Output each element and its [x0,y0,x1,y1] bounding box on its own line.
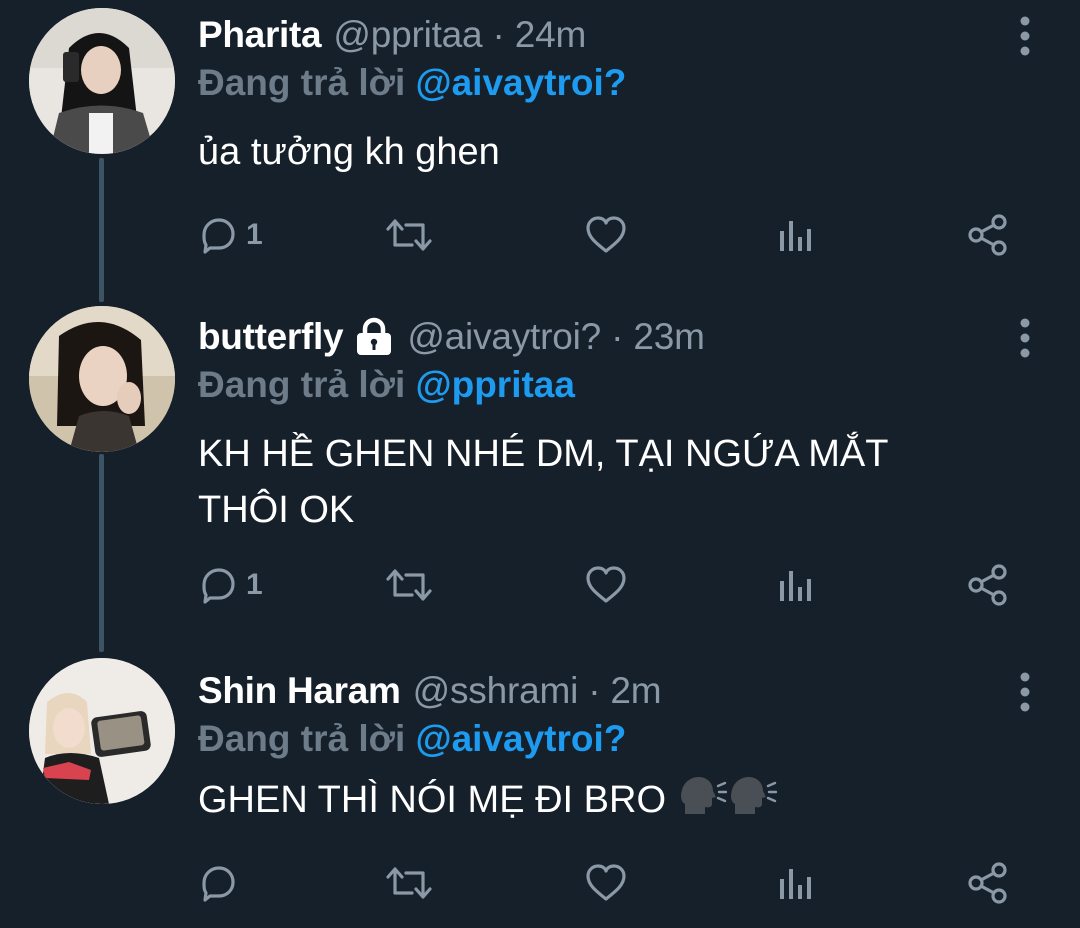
replying-to: Đang trả lời @ppritaa [198,364,575,406]
replying-to: Đang trả lời @aivaytroi? [198,718,626,760]
retweet-icon [386,867,432,899]
user-handle[interactable]: @ppritaa [333,14,482,55]
like-button[interactable] [584,210,628,260]
user-handle[interactable]: @sshrami [413,670,579,711]
like-icon [586,216,626,253]
tweet[interactable]: Pharita @ppritaa · 24m Đang trả lời @aiv… [0,0,1080,290]
share-button[interactable] [966,560,1010,610]
more-icon[interactable] [1018,672,1032,712]
views-button[interactable] [776,858,816,908]
like-icon [586,566,626,603]
display-name[interactable]: Shin Haram [198,670,401,712]
replying-to-label: Đang trả lời [198,364,406,405]
views-icon [780,869,811,899]
reply-button[interactable] [198,858,246,908]
avatar[interactable] [29,658,175,804]
share-icon [968,564,1007,606]
more-icon[interactable] [1018,16,1032,56]
user-handle[interactable]: @aivaytroi? [407,316,601,357]
views-button[interactable] [776,560,816,610]
action-bar [198,858,1028,908]
action-bar: 1 [198,560,1028,610]
replying-to: Đang trả lời @aivaytroi? [198,62,626,104]
like-button[interactable] [584,858,628,908]
share-button[interactable] [966,210,1010,260]
more-icon[interactable] [1018,318,1032,358]
share-icon [968,214,1007,256]
retweet-button[interactable] [384,858,434,908]
share-icon [968,862,1007,904]
tweet-header: butterfly @aivaytroi? · 23m [198,312,705,362]
handle-meta: @ppritaa · 24m [333,14,586,56]
timestamp[interactable]: 24m [515,14,587,55]
display-name[interactable]: butterfly [198,316,344,358]
timestamp[interactable]: 2m [610,670,661,711]
tweet-header: Shin Haram @sshrami · 2m [198,666,662,716]
replying-to-handle[interactable]: @ppritaa [416,364,575,405]
speaking-head-icon [730,777,777,814]
replying-to-label: Đang trả lời [198,62,406,103]
retweet-button[interactable] [384,560,434,610]
tweet[interactable]: butterfly @aivaytroi? · 23m Đang trả lời… [0,302,1080,642]
retweet-icon [386,219,432,251]
share-button[interactable] [966,858,1010,908]
retweet-button[interactable] [384,210,434,260]
avatar[interactable] [29,306,175,452]
dot-separator: · [492,14,515,55]
tweet-text-row: GHEN THÌ NÓI MẸ ĐI BRO [198,772,1018,828]
reply-icon [202,866,235,902]
reply-icon [202,568,235,604]
tweet-header: Pharita @ppritaa · 24m [198,10,586,60]
reply-count: 1 [246,568,263,601]
views-button[interactable] [776,210,816,260]
speaking-head-icon [680,777,727,814]
reply-button[interactable]: 1 [198,560,263,610]
like-button[interactable] [584,560,628,610]
reply-icon [202,218,235,254]
display-name[interactable]: Pharita [198,14,322,56]
views-icon [780,221,811,251]
views-icon [780,571,811,601]
replying-to-handle[interactable]: @aivaytroi? [416,62,627,103]
tweet-text: KH HỀ GHEN NHÉ DM, TẠI NGỨA MẮT THÔI OK [198,433,888,531]
tweet-text: GHEN THÌ NÓI MẸ ĐI BRO [198,779,667,821]
dot-separator: · [611,316,634,357]
tweet-text: ủa tưởng kh ghen [198,131,500,173]
handle-meta: @aivaytroi? · 23m [407,316,705,358]
like-icon [586,864,626,901]
timestamp[interactable]: 23m [633,316,705,357]
reply-button[interactable]: 1 [198,210,263,260]
lock-icon [357,317,392,355]
action-bar: 1 [198,210,1028,260]
handle-meta: @sshrami · 2m [413,670,662,712]
tweet[interactable]: Shin Haram @sshrami · 2m Đang trả lời @a… [0,656,1080,928]
reply-count: 1 [246,218,263,251]
replying-to-label: Đang trả lời [198,718,406,759]
retweet-icon [386,569,432,601]
dot-separator: · [588,670,611,711]
avatar[interactable] [29,8,175,154]
replying-to-handle[interactable]: @aivaytroi? [416,718,627,759]
